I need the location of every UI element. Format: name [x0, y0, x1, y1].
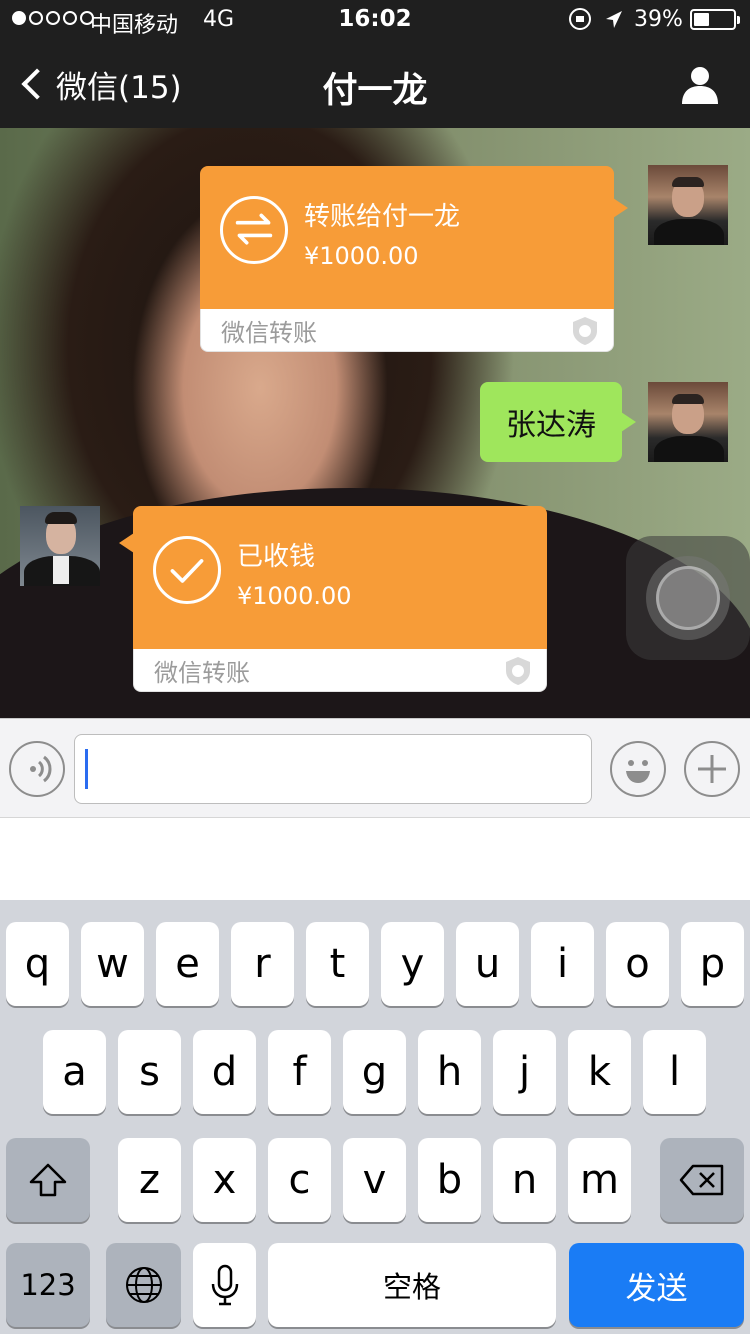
- shift-arrow-icon: [29, 1163, 67, 1197]
- key-m[interactable]: m: [568, 1138, 631, 1222]
- key-g[interactable]: g: [343, 1030, 406, 1114]
- voice-button[interactable]: [9, 741, 65, 797]
- shield-icon: [573, 317, 597, 345]
- dictation-key[interactable]: [193, 1243, 256, 1327]
- transfer-arrows-icon: [220, 196, 288, 264]
- transfer-amount: ¥1000.00: [304, 242, 419, 270]
- numbers-key[interactable]: 123: [6, 1243, 90, 1327]
- transfer-card-received[interactable]: 已收钱 ¥1000.00 微信转账: [119, 506, 547, 692]
- avatar-me[interactable]: [648, 382, 728, 462]
- delete-key[interactable]: [660, 1138, 744, 1222]
- key-e[interactable]: e: [156, 922, 219, 1006]
- avatar-me[interactable]: [648, 165, 728, 245]
- backspace-icon: [679, 1164, 724, 1196]
- battery-percentage: 39%: [634, 7, 683, 32]
- shift-key[interactable]: [6, 1138, 90, 1222]
- key-p[interactable]: p: [681, 922, 744, 1006]
- battery-icon: [690, 9, 740, 30]
- transfer-source-label: 微信转账: [221, 319, 317, 347]
- chat-area[interactable]: 转账给付一龙 ¥1000.00 微信转账 张达涛 已收钱 ¥1000.00 微信…: [0, 128, 750, 718]
- text-message-bubble[interactable]: 张达涛: [480, 382, 636, 462]
- keyboard: q w e r t y u i o p a s d f g h j k l z …: [0, 900, 750, 1334]
- transfer-amount: ¥1000.00: [237, 582, 352, 610]
- status-bar: 中国移动 4G 16:02 39%: [0, 0, 750, 40]
- key-u[interactable]: u: [456, 922, 519, 1006]
- message-input[interactable]: [74, 734, 592, 804]
- microphone-icon: [211, 1264, 238, 1306]
- key-k[interactable]: k: [568, 1030, 631, 1114]
- text-caret: [85, 749, 88, 789]
- plus-icon: [698, 755, 726, 783]
- key-j[interactable]: j: [493, 1030, 556, 1114]
- key-t[interactable]: t: [306, 922, 369, 1006]
- checkmark-icon: [153, 536, 221, 604]
- key-f[interactable]: f: [268, 1030, 331, 1114]
- assistive-touch-button[interactable]: [626, 536, 750, 660]
- key-o[interactable]: o: [606, 922, 669, 1006]
- more-button[interactable]: [684, 741, 740, 797]
- key-a[interactable]: a: [43, 1030, 106, 1114]
- key-n[interactable]: n: [493, 1138, 556, 1222]
- key-c[interactable]: c: [268, 1138, 331, 1222]
- key-q[interactable]: q: [6, 922, 69, 1006]
- shield-icon: [506, 657, 530, 685]
- key-v[interactable]: v: [343, 1138, 406, 1222]
- transfer-source-label: 微信转账: [154, 659, 250, 687]
- key-d[interactable]: d: [193, 1030, 256, 1114]
- globe-icon: [125, 1267, 162, 1303]
- transfer-card-sent[interactable]: 转账给付一龙 ¥1000.00 微信转账: [200, 166, 628, 352]
- space-key[interactable]: 空格: [268, 1243, 556, 1327]
- smiley-icon: [626, 760, 650, 783]
- send-key[interactable]: 发送: [569, 1243, 744, 1327]
- key-s[interactable]: s: [118, 1030, 181, 1114]
- key-i[interactable]: i: [531, 922, 594, 1006]
- transfer-title: 转账给付一龙: [304, 202, 461, 232]
- key-b[interactable]: b: [418, 1138, 481, 1222]
- input-bar: [0, 718, 750, 818]
- top-bar: 中国移动 4G 16:02 39% 微信(15) 付一龙: [0, 0, 750, 128]
- key-l[interactable]: l: [643, 1030, 706, 1114]
- key-z[interactable]: z: [118, 1138, 181, 1222]
- chat-title: 付一龙: [322, 71, 428, 111]
- globe-key[interactable]: [106, 1243, 181, 1327]
- avatar-friend[interactable]: [20, 506, 100, 586]
- message-text: 张达涛: [506, 408, 596, 443]
- location-arrow-icon: [606, 11, 622, 28]
- key-r[interactable]: r: [231, 922, 294, 1006]
- voice-icon: [30, 755, 52, 783]
- key-h[interactable]: h: [418, 1030, 481, 1114]
- key-y[interactable]: y: [381, 922, 444, 1006]
- rotation-lock-icon: [569, 8, 591, 30]
- profile-icon[interactable]: [680, 64, 720, 104]
- emoji-button[interactable]: [610, 741, 666, 797]
- input-spacer: [0, 818, 750, 900]
- key-x[interactable]: x: [193, 1138, 256, 1222]
- key-w[interactable]: w: [81, 922, 144, 1006]
- transfer-title: 已收钱: [237, 542, 316, 572]
